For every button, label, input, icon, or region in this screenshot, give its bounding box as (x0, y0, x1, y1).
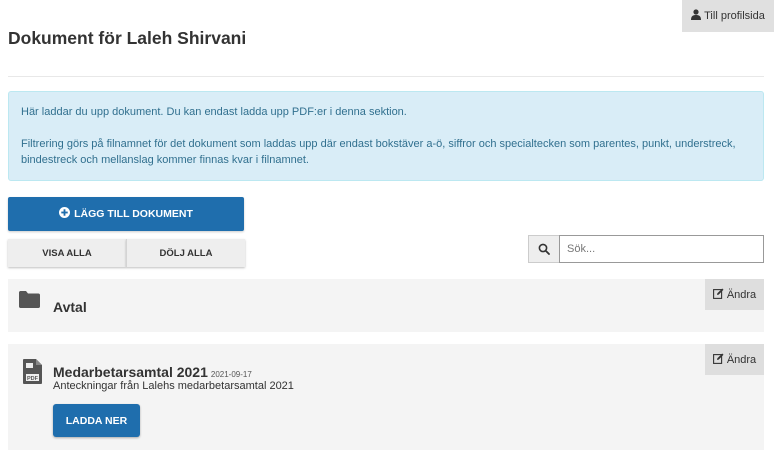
folder-icon (19, 291, 40, 308)
info-text-upload: Här laddar du upp dokument. Du kan endas… (21, 106, 407, 118)
edit-folder-button[interactable]: Ändra (705, 279, 764, 310)
folder-row[interactable]: Avtal Ändra (8, 279, 764, 332)
plus-circle-icon (59, 207, 71, 221)
show-all-button[interactable]: VISA ALLA (8, 239, 126, 267)
folder-name: Avtal (53, 299, 87, 315)
edit-icon (712, 353, 724, 367)
download-button[interactable]: LADDA NER (53, 404, 140, 437)
info-alert: Här laddar du upp dokument. Du kan endas… (8, 91, 764, 181)
info-text-filtering: Filtrering görs på filnamnet för det dok… (21, 138, 736, 166)
pdf-file-icon: PDF (23, 359, 42, 384)
add-document-button[interactable]: LÄGG TILL DOKUMENT (8, 197, 244, 231)
document-title-line: Medarbetarsamtal 2021 2021-09-17 (53, 364, 252, 380)
edit-document-label: Ändra (726, 353, 757, 366)
user-icon (691, 9, 702, 23)
profile-page-label: Till profilsida (704, 10, 765, 22)
header-divider (8, 76, 764, 77)
search-bar (528, 235, 764, 263)
edit-icon (712, 288, 724, 302)
document-row: PDF Medarbetarsamtal 2021 2021-09-17 Ante… (8, 344, 764, 450)
search-input[interactable] (559, 235, 764, 263)
expand-collapse-group: VISA ALLA DÖLJ ALLA (8, 239, 245, 267)
document-title: Medarbetarsamtal 2021 (53, 364, 208, 380)
edit-document-button[interactable]: Ändra (705, 344, 764, 375)
hide-all-button[interactable]: DÖLJ ALLA (126, 239, 245, 267)
document-description: Anteckningar från Lalehs medarbetarsamta… (53, 380, 294, 392)
search-icon[interactable] (528, 235, 559, 263)
document-date: 2021-09-17 (210, 370, 252, 379)
profile-page-button[interactable]: Till profilsida (682, 0, 774, 32)
add-document-label: LÄGG TILL DOKUMENT (74, 208, 193, 220)
edit-folder-label: Ändra (726, 288, 757, 301)
svg-text:PDF: PDF (27, 376, 39, 382)
page-title: Dokument för Laleh Shirvani (8, 28, 247, 48)
